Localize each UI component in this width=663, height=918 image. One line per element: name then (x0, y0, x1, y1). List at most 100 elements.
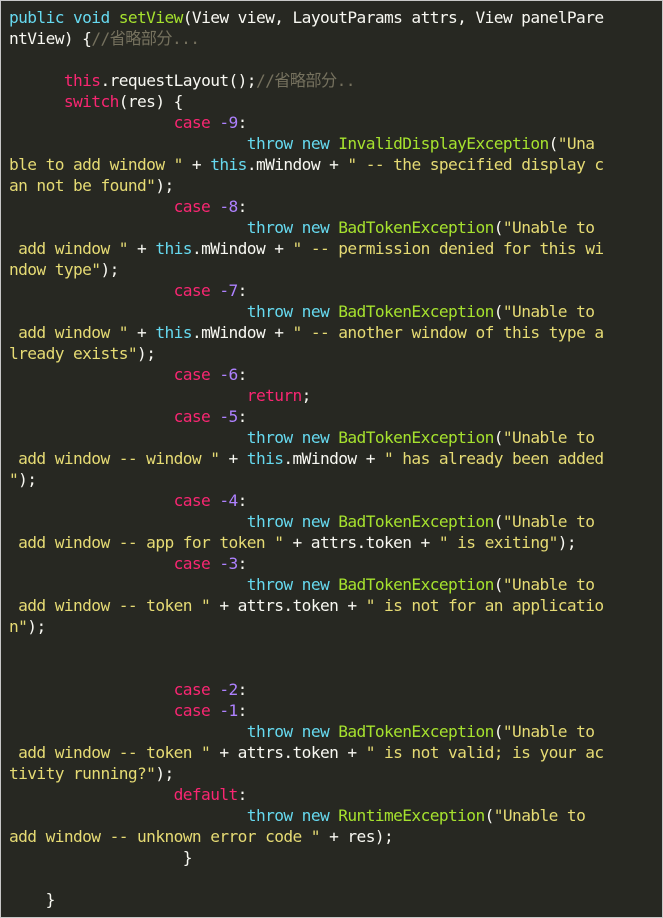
code-token: .mWindow + (246, 155, 348, 174)
code-line: add window " + this.mWindow + " -- permi… (9, 238, 662, 259)
code-line: } (9, 847, 662, 868)
code-token: add window -- window " (9, 449, 220, 468)
code-token: add window -- app for token " (9, 533, 284, 552)
code-line: case -5: (9, 406, 662, 427)
code-line: case -6: (9, 364, 662, 385)
code-token: -6 (219, 365, 238, 384)
code-token: ( (493, 218, 504, 237)
code-token: : (237, 281, 248, 300)
code-token: case (173, 407, 220, 426)
code-token: " is exiting" (438, 533, 559, 552)
code-token: } (9, 890, 56, 909)
code-token: " -- the specified display c (347, 155, 604, 174)
code-line: default: (9, 784, 662, 805)
code-token: } (9, 848, 193, 867)
code-token: -5 (219, 407, 238, 426)
code-line: public void setView(View view, LayoutPar… (9, 7, 662, 28)
code-token: return (246, 386, 302, 405)
code-token: ( (493, 512, 504, 531)
code-token: throw new (246, 806, 339, 825)
code-token: ); (557, 533, 577, 552)
code-token: : (237, 554, 248, 573)
code-token: lready exists" (9, 344, 138, 363)
code-token: default (173, 785, 239, 804)
code-token: " -- another window of this type a (292, 323, 605, 342)
code-line: throw new BadTokenException("Unable to (9, 217, 662, 238)
code-token: n" (9, 617, 28, 636)
code-token: case (173, 491, 220, 510)
code-token: throw new (246, 428, 339, 447)
code-token: -2 (219, 680, 238, 699)
code-token: InvalidDisplayException (338, 134, 549, 153)
code-token: RuntimeException (338, 806, 485, 825)
code-token: tivity running?" (9, 764, 156, 783)
code-token: ( (493, 428, 504, 447)
code-token: + attrs.token + (283, 533, 439, 552)
code-token: ); (155, 764, 174, 783)
code-token: add window -- token " (9, 743, 211, 762)
code-token: + res); (319, 827, 394, 846)
code-line: case -7: (9, 280, 662, 301)
code-token: throw new (246, 722, 339, 741)
code-token: "Unable to (502, 722, 595, 741)
code-token: BadTokenException (338, 302, 494, 321)
code-line: throw new BadTokenException("Unable to (9, 427, 662, 448)
code-token: : (237, 701, 248, 720)
code-token: -1 (219, 701, 238, 720)
code-token: -3 (219, 554, 238, 573)
code-token: -7 (219, 281, 238, 300)
code-token: add window -- unknown error code " (9, 827, 321, 846)
code-token: case (173, 554, 220, 573)
code-token: this (155, 323, 192, 342)
code-token: -8 (219, 197, 238, 216)
code-token: (View view, LayoutParams attrs, View pan… (182, 8, 604, 27)
code-token: throw new (246, 575, 339, 594)
code-token: : (237, 197, 248, 216)
code-token: + attrs.token + (210, 743, 366, 762)
code-token: ); (100, 260, 119, 279)
code-token: " is not valid; is your ac (365, 743, 604, 762)
code-token: "Unable to (502, 302, 595, 321)
code-token: : (237, 491, 248, 510)
code-token: BadTokenException (338, 218, 494, 237)
code-line: this.requestLayout();//省略部分.. (9, 70, 662, 91)
code-token: ; (301, 386, 312, 405)
code-token: ); (137, 344, 156, 363)
code-line: throw new BadTokenException("Unable to (9, 511, 662, 532)
code-token: "Unable to (502, 575, 595, 594)
code-token: throw new (246, 134, 339, 153)
code-line: case -9: (9, 112, 662, 133)
code-line: case -4: (9, 490, 662, 511)
code-token: case (173, 701, 220, 720)
code-token: case (173, 365, 220, 384)
code-token: //省略部分.. (255, 71, 356, 90)
code-line: lready exists"); (9, 343, 662, 364)
code-token: BadTokenException (338, 575, 494, 594)
code-token: throw new (246, 302, 339, 321)
code-token: setView (118, 8, 184, 27)
code-token: + (182, 155, 211, 174)
code-token: ntView) { (9, 29, 92, 48)
code-token: ( (493, 575, 504, 594)
code-token: (res) { (118, 92, 184, 111)
code-line: ndow type"); (9, 259, 662, 280)
code-line: add window -- token " + attrs.token + " … (9, 595, 662, 616)
code-token: " -- permission denied for this wi (292, 239, 605, 258)
code-token: : (237, 680, 248, 699)
code-token: ( (484, 806, 495, 825)
code-token: : (237, 407, 248, 426)
